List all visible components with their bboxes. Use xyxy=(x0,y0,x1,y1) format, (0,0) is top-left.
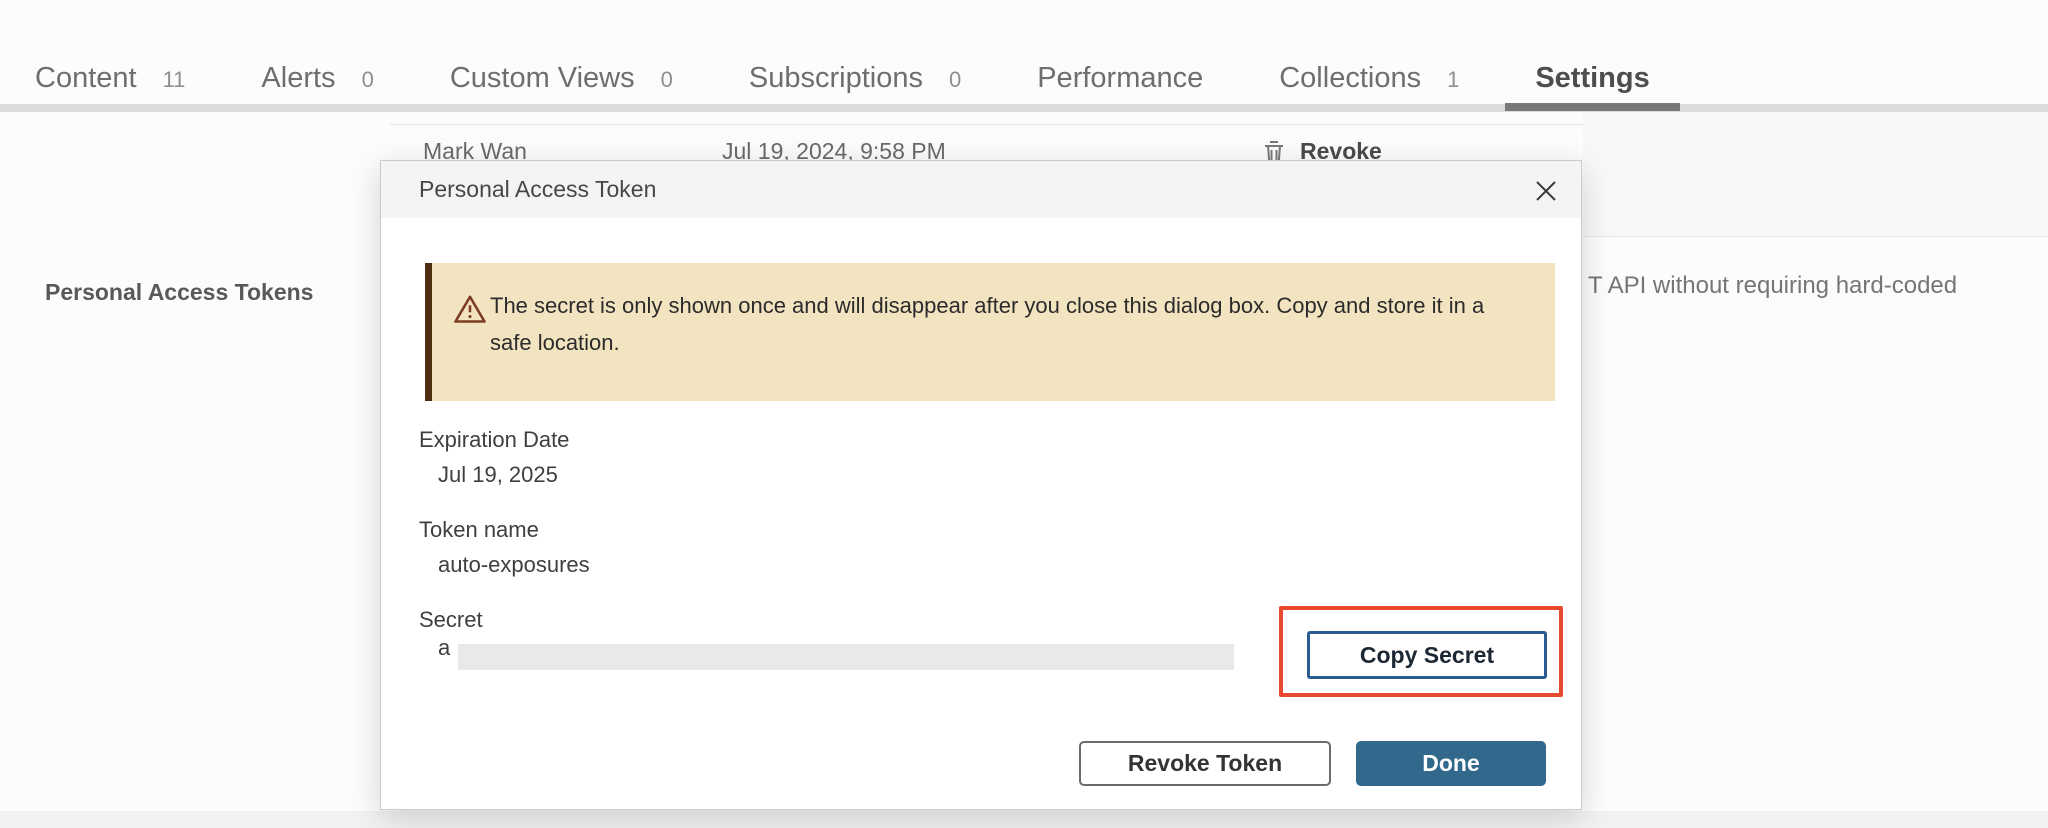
settings-page: Mark Wan Jul 19, 2024, 9:58 PM Revoke Co… xyxy=(0,0,2048,828)
copy-secret-button[interactable]: Copy Secret xyxy=(1307,631,1547,679)
tab-content[interactable]: Content 11 xyxy=(35,62,185,95)
page-bottom-band xyxy=(0,811,2048,828)
warning-triangle-icon xyxy=(453,294,487,325)
tab-subscriptions[interactable]: Subscriptions 0 xyxy=(749,62,961,95)
tab-collections[interactable]: Collections 1 xyxy=(1279,62,1459,95)
expiration-date-label: Expiration Date xyxy=(419,427,569,453)
warning-message: The secret is only shown once and will d… xyxy=(490,287,1490,361)
token-name-value: auto-exposures xyxy=(438,552,590,578)
secret-value-fragment: a xyxy=(438,635,450,661)
token-name-label: Token name xyxy=(419,517,539,543)
section-divider xyxy=(1583,236,2048,237)
expiration-date-value: Jul 19, 2025 xyxy=(438,462,558,488)
profile-tab-bar: Content 11 Alerts 0 Custom Views 0 Subsc… xyxy=(35,62,1650,95)
x-icon xyxy=(1532,177,1560,205)
tab-underline-track xyxy=(0,104,2048,112)
revoke-token-button[interactable]: Revoke Token xyxy=(1079,741,1331,786)
secret-label: Secret xyxy=(419,607,483,633)
tab-count: 0 xyxy=(362,67,374,93)
secret-redacted-bar xyxy=(458,644,1234,670)
tab-performance[interactable]: Performance xyxy=(1037,62,1203,95)
dialog-header: Personal Access Token xyxy=(381,161,1581,218)
secret-warning-banner: The secret is only shown once and will d… xyxy=(425,263,1555,401)
right-panel-background xyxy=(1583,112,2048,236)
tab-alerts[interactable]: Alerts 0 xyxy=(261,62,373,95)
close-button[interactable] xyxy=(1530,175,1562,207)
dialog-title: Personal Access Token xyxy=(419,176,656,203)
section-description-fragment: T API without requiring hard-coded xyxy=(1588,272,1957,300)
section-label: Personal Access Tokens xyxy=(45,279,313,306)
personal-access-token-dialog: Personal Access Token The secret is only… xyxy=(380,160,1582,810)
active-tab-underline xyxy=(1505,103,1679,111)
tab-custom-views[interactable]: Custom Views 0 xyxy=(450,62,673,95)
tab-count: 11 xyxy=(163,67,186,93)
tab-count: 1 xyxy=(1447,67,1459,93)
tab-count: 0 xyxy=(661,67,673,93)
table-divider xyxy=(390,124,1585,125)
tab-count: 0 xyxy=(949,67,961,93)
done-button[interactable]: Done xyxy=(1356,741,1546,786)
tab-settings[interactable]: Settings xyxy=(1535,62,1649,95)
